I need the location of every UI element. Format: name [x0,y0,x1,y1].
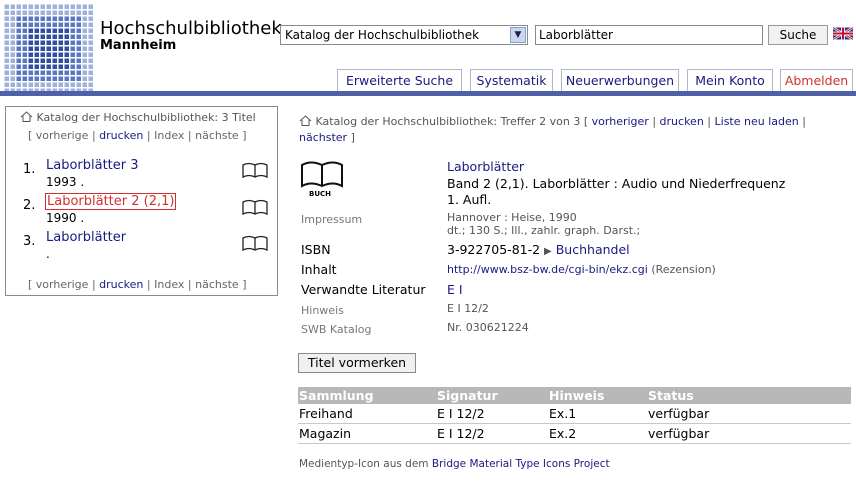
table-cell: Freihand [298,404,436,424]
index-link[interactable]: Index [154,129,184,142]
play-arrow-icon: ▶ [544,246,552,257]
home-icon[interactable] [20,111,33,125]
table-cell: E I 12/2 [436,404,548,424]
catalog-select-value: Katalog der Hochschulbibliothek [285,28,480,42]
column-header: Sammlung [298,387,436,404]
brand-title: Hochschulbibliothek [100,18,282,39]
swb-label: SWB Katalog [301,323,372,336]
footer-credit: Medientyp-Icon aus dem Bridge Material T… [299,458,610,470]
holdings-table: Sammlung Signatur Hinweis Status Freihan… [298,387,851,444]
brand-subtitle: Mannheim [100,38,177,53]
impressum-value: Hannover : Heise, 1990 [447,211,577,224]
related-literature-label: Verwandte Literatur [301,282,426,297]
reload-list-link[interactable]: Liste neu laden [715,115,799,128]
isbn-row: 3-922705-81-2 ▶ Buchhandel [447,242,630,257]
tab-erweiterte-suche[interactable]: Erweiterte Suche [337,69,462,91]
result-title-link[interactable]: Laborblätter 3 [46,158,139,173]
book-icon [301,161,343,188]
review-link[interactable]: http://www.bsz-bw.de/cgi-bin/ekz.cgi [447,263,648,276]
record-edition: 1. Aufl. [447,192,492,207]
inhalt-label: Inhalt [301,262,337,277]
prev-link[interactable]: vorherige [36,278,89,291]
column-header: Hinweis [548,387,647,404]
book-icon[interactable] [242,162,268,178]
hinweis-value: E I 12/2 [447,302,489,315]
impressum-label: Impressum [301,213,363,226]
result-year: . [46,247,50,261]
chevron-down-icon[interactable]: ▼ [510,27,526,43]
record-title-link[interactable]: Laborblätter [447,159,524,174]
detail-breadcrumb-text: Katalog der Hochschulbibliothek: Treffer… [315,115,581,128]
holdings-header-row: Sammlung Signatur Hinweis Status [298,387,851,404]
result-list-panel: Katalog der Hochschulbibliothek: 3 Titel… [5,106,278,296]
search-button[interactable]: Suche [768,25,828,45]
tab-abmelden[interactable]: Abmelden [780,69,853,91]
print-link[interactable]: drucken [99,129,143,142]
result-number: 3. [23,234,36,249]
swb-value: Nr. 030621224 [447,321,529,334]
book-icon[interactable] [242,199,268,215]
table-cell: verfügbar [647,423,851,444]
table-row: Magazin E I 12/2 Ex.2 verfügbar [298,423,851,444]
next-record-link[interactable]: nächster [299,131,347,144]
result-title-link[interactable]: Laborblätter [46,230,126,245]
prev-record-link[interactable]: vorheriger [592,115,649,128]
result-list-heading: Katalog der Hochschulbibliothek: 3 Titel [20,111,256,125]
next-link[interactable]: nächste [195,129,239,142]
footer-text: Medientyp-Icon aus dem [299,458,429,470]
impressum-physical: dt.; 130 S.; Ill., zahlr. graph. Darst.; [447,224,641,237]
print-link[interactable]: drucken [99,278,143,291]
index-link[interactable]: Index [154,278,184,291]
result-list-title: Katalog der Hochschulbibliothek: 3 Titel [36,111,256,124]
list-item: 1. [23,158,35,177]
column-header: Status [647,387,851,404]
detail-breadcrumb: Katalog der Hochschulbibliothek: Treffer… [299,115,806,144]
tab-divider-line [0,91,856,96]
footer-icons-link[interactable]: Bridge Material Type Icons Project [432,458,610,470]
table-cell: Magazin [298,423,436,444]
tab-systematik[interactable]: Systematik [470,69,553,91]
record-title-line: Band 2 (2,1). Laborblätter : Audio und N… [447,176,786,191]
review-note: (Rezension) [651,263,716,276]
tab-mein-konto[interactable]: Mein Konto [687,69,773,91]
search-input[interactable] [535,25,763,45]
home-icon[interactable] [299,115,312,130]
related-literature-link[interactable]: E I [447,282,463,297]
catalog-select[interactable]: Katalog der Hochschulbibliothek ▼ [280,25,528,45]
print-record-link[interactable]: drucken [660,115,704,128]
result-title-link-selected[interactable]: Laborblätter 2 (2,1) [45,193,177,210]
media-type-book-icon: BUCH [300,160,344,198]
result-nav-top: [ vorherige | drucken | Index | nächste … [28,129,247,142]
result-nav-bottom: [ vorherige | drucken | Index | nächste … [28,278,247,291]
table-cell: Ex.1 [548,404,647,424]
bookshop-link[interactable]: Buchhandel [556,242,630,257]
column-header: Signatur [436,387,548,404]
table-cell: verfügbar [647,404,851,424]
result-year: 1990 . [46,211,85,225]
result-number: 2. [23,198,36,213]
result-year: 1993 . [46,175,85,189]
table-cell: E I 12/2 [436,423,548,444]
hinweis-label: Hinweis [301,304,344,317]
isbn-value: 3-922705-81-2 [447,242,541,257]
list-item: 2. [23,194,35,213]
uk-flag-icon[interactable] [833,27,853,40]
prev-link[interactable]: vorherige [36,129,89,142]
list-item: 3. [23,230,35,249]
table-cell: Ex.2 [548,423,647,444]
table-row: Freihand E I 12/2 Ex.1 verfügbar [298,404,851,424]
media-type-label: BUCH [308,190,331,198]
book-icon[interactable] [242,235,268,251]
inhalt-row: http://www.bsz-bw.de/cgi-bin/ekz.cgi (Re… [447,263,716,276]
next-link[interactable]: nächste [195,278,239,291]
isbn-label: ISBN [301,242,331,257]
result-number: 1. [23,162,36,177]
library-logo[interactable] [4,4,94,94]
tab-neuerwerbungen[interactable]: Neuerwerbungen [561,69,679,91]
reserve-title-button[interactable]: Titel vormerken [298,353,416,373]
